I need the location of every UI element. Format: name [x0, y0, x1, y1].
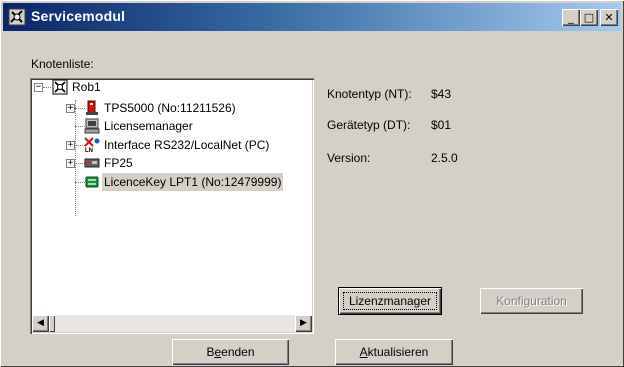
- close-button[interactable]: ✕: [600, 9, 618, 26]
- tree-node-interface[interactable]: + LN Interface RS232/LocalNet (PC): [66, 136, 314, 154]
- tree-node-label: TPS5000 (No:11211526): [104, 101, 236, 115]
- expand-expander[interactable]: +: [66, 159, 75, 168]
- button-label-suffix: ktualisieren: [367, 345, 429, 359]
- tree-node-tps5000[interactable]: + TPS5000 (No:11211526): [66, 99, 314, 117]
- computer-icon: [84, 118, 100, 134]
- expand-expander[interactable]: +: [66, 141, 75, 150]
- tree-node-label: Interface RS232/LocalNet (PC): [104, 138, 270, 152]
- button-label: Lizenzmanager: [348, 294, 432, 308]
- device-type-label: Gerätetyp (DT):: [327, 118, 411, 132]
- licence-key-icon: [85, 176, 99, 188]
- tree-node-label: Rob1: [72, 80, 101, 94]
- version-value: 2.5.0: [431, 151, 458, 165]
- node-list-label: Knotenliste:: [31, 57, 94, 71]
- node-tree[interactable]: − Rob1 + TPS5000 (No:11211526) Licensema…: [30, 78, 314, 334]
- title-bar[interactable]: Servicemodul _ □ ✕: [3, 3, 621, 31]
- tree-node-rob1[interactable]: − Rob1: [34, 78, 154, 96]
- tree-node-label: Licensemanager: [104, 119, 193, 133]
- robot-icon: [52, 79, 68, 95]
- node-type-value: $43: [431, 87, 452, 101]
- power-source-icon: [86, 100, 98, 115]
- device-type-value: $01: [431, 118, 452, 132]
- button-label-suffix: enden: [221, 345, 255, 359]
- tree-node-fp25[interactable]: + FP25: [66, 154, 216, 172]
- scroll-left-button[interactable]: ◀: [32, 315, 49, 332]
- svg-text:LN: LN: [85, 148, 93, 153]
- scroll-right-button[interactable]: ▶: [295, 315, 312, 332]
- wire-feeder-icon: [84, 158, 100, 168]
- tree-node-licencekey[interactable]: LicenceKey LPT1 (No:12479999): [66, 173, 314, 191]
- horizontal-scrollbar[interactable]: ◀ ▶: [32, 315, 312, 332]
- servicemodul-window: Servicemodul _ □ ✕ Knotenliste: − Rob1 +: [0, 0, 624, 367]
- app-icon: [8, 8, 26, 26]
- network-interface-icon: LN: [84, 137, 100, 153]
- mnemonic-underline: A: [359, 345, 368, 359]
- minimize-button[interactable]: _: [562, 9, 580, 26]
- tree-node-label: LicenceKey LPT1 (No:12479999): [102, 173, 284, 191]
- expand-expander[interactable]: +: [66, 104, 75, 113]
- button-label: Konfiguration: [496, 294, 567, 308]
- aktualisieren-button[interactable]: Aktualisieren: [335, 339, 453, 365]
- scroll-thumb[interactable]: [49, 315, 55, 332]
- tree-node-licensemanager[interactable]: Licensemanager: [66, 117, 266, 135]
- collapse-expander[interactable]: −: [34, 83, 43, 92]
- maximize-button[interactable]: □: [580, 9, 598, 26]
- lizenzmanager-button[interactable]: Lizenzmanager: [339, 288, 441, 314]
- tree-node-label: FP25: [104, 156, 133, 170]
- window-title: Servicemodul: [31, 8, 126, 24]
- beenden-button[interactable]: Beenden: [172, 339, 289, 365]
- node-type-label: Knotentyp (NT):: [327, 87, 412, 101]
- konfiguration-button[interactable]: Konfiguration: [480, 288, 583, 314]
- version-label: Version:: [327, 151, 371, 165]
